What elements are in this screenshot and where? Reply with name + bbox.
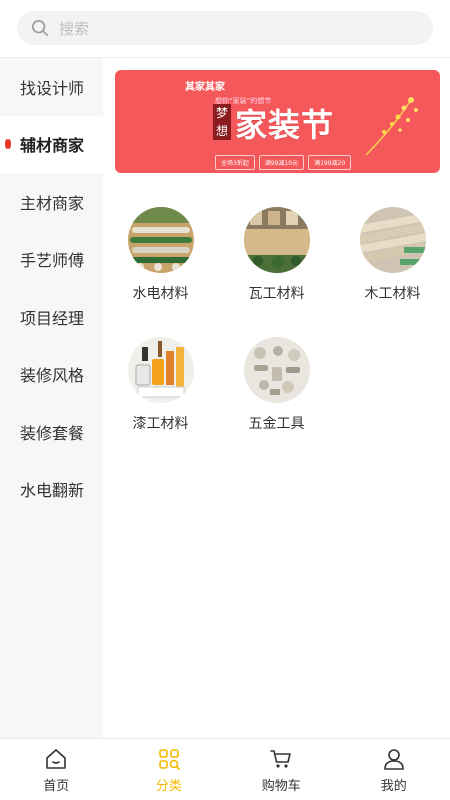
hardware-tools-photo <box>243 337 310 403</box>
banner-dream-badge: 梦想 <box>213 104 231 140</box>
banner-logo: 其家其家 <box>185 82 225 93</box>
sidebar-item-label: 装修风格 <box>20 366 85 386</box>
search-icon <box>31 19 49 37</box>
promo-banner[interactable]: 其家其家 想你“家装”的想节 梦想 家装节 全场3折起 满99减10元 满199… <box>115 70 440 173</box>
tab-mine[interactable]: 我的 <box>338 739 450 800</box>
tab-category[interactable]: 分类 <box>113 739 226 800</box>
search-placeholder: 搜索 <box>59 19 90 38</box>
sidebar-item-label: 项目经理 <box>20 308 85 328</box>
coupon-tag: 全场3折起 <box>215 155 255 170</box>
plumbing-materials-photo <box>127 207 194 273</box>
category-label: 漆工材料 <box>132 416 189 432</box>
sidebar-item-decoration-style[interactable]: 装修风格 <box>0 346 103 404</box>
sidebar-item-label: 找设计师 <box>20 78 85 98</box>
coupon-tag: 满99减10元 <box>258 155 305 170</box>
sidebar-item-main-materials[interactable]: 主材商家 <box>0 173 103 231</box>
category-label: 木工材料 <box>364 286 421 302</box>
category-sidebar: 找设计师 辅材商家 主材商家 手艺师傅 项目经理 装修风格 装修套餐 水电翻新 <box>0 58 103 738</box>
category-tile-materials[interactable]: 瓦工材料 <box>219 207 334 303</box>
sidebar-item-craftsman[interactable]: 手艺师傅 <box>0 231 103 289</box>
home-icon <box>46 749 67 769</box>
tab-label: 首页 <box>43 779 70 794</box>
sidebar-item-label: 装修套餐 <box>20 423 85 443</box>
tab-cart[interactable]: 购物车 <box>225 739 338 800</box>
category-hardware-tools[interactable]: 五金工具 <box>219 337 334 433</box>
cart-icon <box>270 750 292 768</box>
sidebar-item-label: 辅材商家 <box>20 136 85 156</box>
sidebar-item-designer[interactable]: 找设计师 <box>0 58 103 116</box>
category-icon <box>158 749 180 770</box>
active-marker <box>5 139 11 150</box>
bottom-tab-bar: 首页 分类 购物车 我的 <box>0 738 450 800</box>
flower-decoration-icon <box>365 97 418 156</box>
tab-home[interactable]: 首页 <box>0 739 113 800</box>
category-label: 水电材料 <box>132 286 189 302</box>
banner-title: 家装节 <box>235 106 335 144</box>
coupon-row: 全场3折起 满99减10元 满199减20 <box>215 155 352 170</box>
sidebar-item-project-manager[interactable]: 项目经理 <box>0 288 103 346</box>
sidebar-item-label: 主材商家 <box>20 193 85 213</box>
user-icon <box>383 749 404 770</box>
coupon-tag: 满199减20 <box>308 155 352 170</box>
carpentry-materials-photo <box>359 207 426 273</box>
tab-label: 分类 <box>155 779 182 794</box>
category-label: 瓦工材料 <box>248 286 305 302</box>
category-carpentry-materials[interactable]: 木工材料 <box>335 207 450 303</box>
category-plumbing-materials[interactable]: 水电材料 <box>103 207 218 303</box>
sidebar-item-decoration-package[interactable]: 装修套餐 <box>0 403 103 461</box>
sidebar-item-auxiliary-materials[interactable]: 辅材商家 <box>0 115 103 173</box>
tile-materials-photo <box>243 207 310 273</box>
tab-label: 购物车 <box>261 779 301 794</box>
category-label: 五金工具 <box>248 416 305 432</box>
category-paint-materials[interactable]: 漆工材料 <box>103 337 218 433</box>
sidebar-item-label: 手艺师傅 <box>20 251 85 271</box>
tab-label: 我的 <box>380 779 407 794</box>
sidebar-item-plumbing-renovation[interactable]: 水电翻新 <box>0 461 103 519</box>
paint-materials-photo <box>127 337 194 403</box>
search-bar: 搜索 <box>0 0 450 58</box>
sidebar-item-label: 水电翻新 <box>20 481 85 501</box>
search-input[interactable]: 搜索 <box>17 11 433 45</box>
